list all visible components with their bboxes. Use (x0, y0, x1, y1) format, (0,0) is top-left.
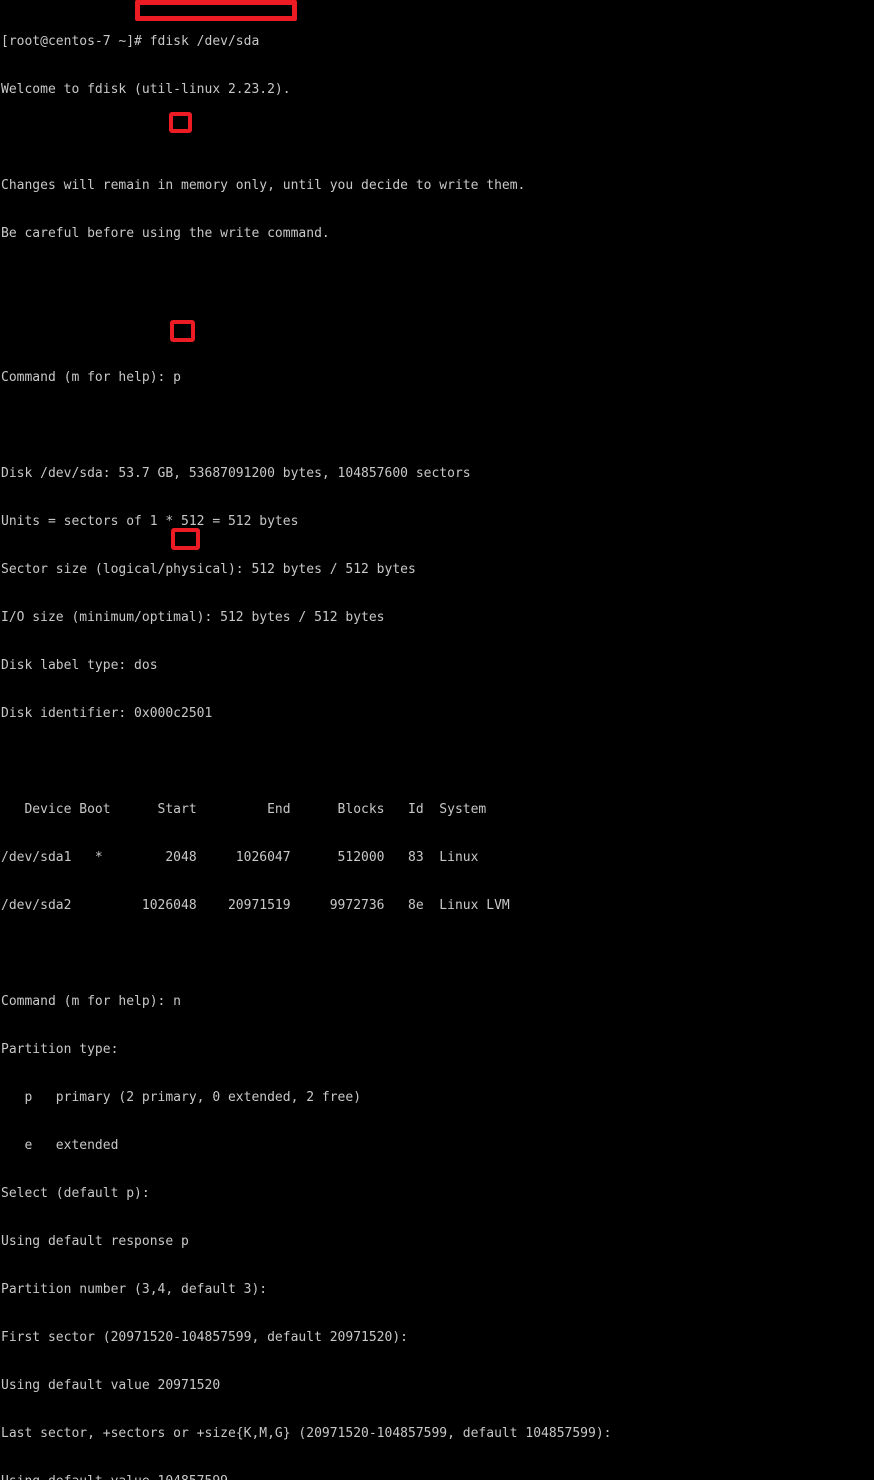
terminal-line-default-response: Using default response p (1, 1234, 189, 1249)
terminal-line-units: Units = sectors of 1 * 512 = 512 bytes (1, 514, 299, 529)
terminal-line-command-prompt: Command (m for help): n (1, 994, 182, 1009)
terminal-line-partition-type: Partition type: (1, 1042, 119, 1057)
terminal-line-option-primary: p primary (2 primary, 0 extended, 2 free… (1, 1090, 362, 1105)
terminal-output: [root@centos-7 ~]# fdisk /dev/sda Welcom… (0, 0, 874, 1480)
terminal-line-last-sector-default: Using default value 104857599 (1, 1474, 874, 1480)
terminal-line-command-prompt: Command (m for help): p (1, 370, 182, 385)
terminal-line-option-extended: e extended (1, 1138, 119, 1153)
terminal-line-identifier: Disk identifier: 0x000c2501 (1, 706, 213, 721)
terminal-line: [root@centos-7 ~]# fdisk /dev/sda (1, 34, 260, 49)
terminal-line-label-type: Disk label type: dos (1, 658, 158, 673)
terminal-line-sector-size: Sector size (logical/physical): 512 byte… (1, 562, 416, 577)
terminal-line: Changes will remain in memory only, unti… (1, 178, 526, 193)
terminal-line-first-sector-default: Using default value 20971520 (1, 1378, 221, 1393)
terminal-line-io-size: I/O size (minimum/optimal): 512 bytes / … (1, 610, 385, 625)
partition-table-header: Device Boot Start End Blocks Id System (1, 802, 487, 817)
terminal-line-first-sector: First sector (20971520-104857599, defaul… (1, 1330, 408, 1345)
terminal-line-partition-number: Partition number (3,4, default 3): (1, 1282, 268, 1297)
terminal-line: Welcome to fdisk (util-linux 2.23.2). (1, 82, 291, 97)
terminal-line-select: Select (default p): (1, 1186, 150, 1201)
table-row: /dev/sda2 1026048 20971519 9972736 8e Li… (1, 898, 510, 913)
terminal-line: Be careful before using the write comman… (1, 226, 330, 241)
terminal-window[interactable]: [root@centos-7 ~]# fdisk /dev/sda Welcom… (0, 0, 874, 1480)
table-row: /dev/sda1 * 2048 1026047 512000 83 Linux (1, 850, 479, 865)
terminal-line-last-sector: Last sector, +sectors or +size{K,M,G} (2… (1, 1426, 612, 1441)
terminal-line-disk: Disk /dev/sda: 53.7 GB, 53687091200 byte… (1, 466, 471, 481)
